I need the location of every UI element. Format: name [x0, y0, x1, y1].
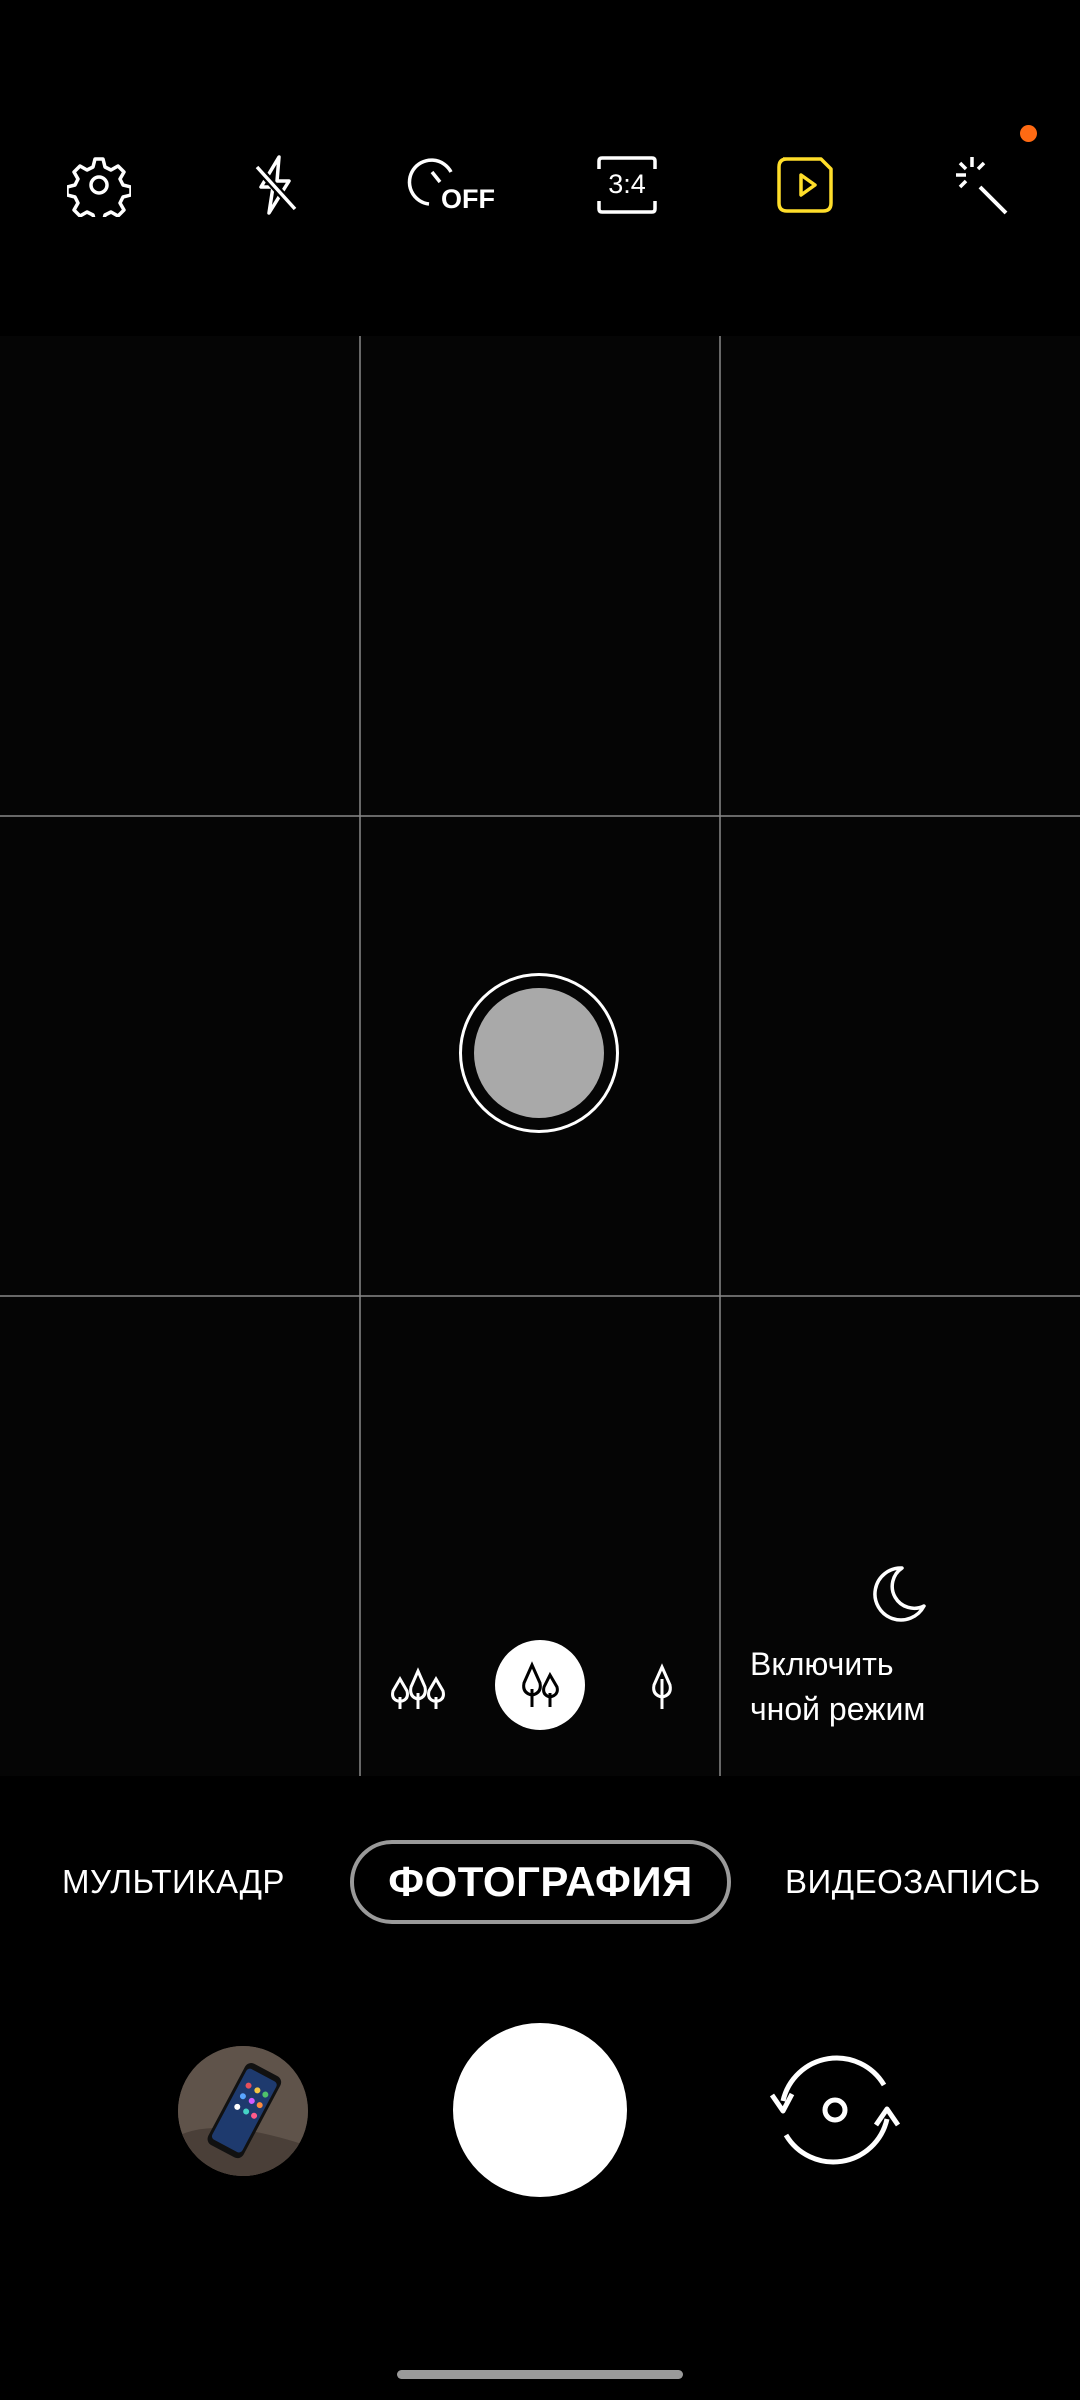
timer-label: OFF [441, 184, 495, 214]
telephoto-lens-icon [632, 1653, 692, 1718]
moon-icon [862, 1566, 932, 1634]
shutter-button[interactable] [453, 2023, 627, 2197]
wide-lens-icon [510, 1653, 570, 1718]
timer-button[interactable]: OFF [402, 135, 502, 235]
flash-button[interactable] [225, 135, 325, 235]
mode-video[interactable]: ВИДЕОЗАПИСЬ [785, 1840, 1041, 1924]
motion-photo-button[interactable] [755, 135, 855, 235]
motion-photo-icon [773, 153, 837, 217]
ultra-wide-lens-icon [388, 1653, 448, 1718]
grid-line [0, 815, 1080, 817]
grid-line [719, 336, 721, 1776]
lens-wide-button[interactable] [495, 1640, 585, 1730]
lens-ultra-wide-button[interactable] [373, 1640, 463, 1730]
switch-camera-button[interactable] [760, 2045, 910, 2175]
settings-button[interactable] [49, 135, 149, 235]
aspect-ratio-label: 3:4 [608, 169, 646, 199]
flash-off-icon [243, 153, 307, 217]
notification-dot [1020, 125, 1037, 142]
grid-line [0, 1295, 1080, 1297]
camera-screen: OFF 3:4 Включить чной режим МУЛЬТИКАДР Ф… [0, 0, 1080, 2400]
mode-multiframe[interactable]: МУЛЬТИКАДР [62, 1840, 285, 1924]
top-toolbar: OFF 3:4 [0, 125, 1080, 235]
grid-line [359, 336, 361, 1776]
gear-icon [67, 153, 131, 217]
phone-photo-thumbnail [178, 2046, 308, 2176]
lens-telephoto-button[interactable] [617, 1640, 707, 1730]
night-mode-button[interactable] [862, 1560, 932, 1630]
focus-indicator[interactable] [459, 973, 619, 1133]
home-indicator[interactable] [397, 2370, 683, 2379]
night-mode-label[interactable]: Включить чной режим [750, 1642, 1080, 1732]
focus-indicator-fill [474, 988, 604, 1118]
mode-photo[interactable]: ФОТОГРАФИЯ [350, 1840, 731, 1924]
switch-camera-icon [760, 2055, 910, 2179]
aspect-ratio-button[interactable]: 3:4 [577, 135, 677, 235]
aspect-ratio-icon: 3:4 [595, 155, 659, 215]
gallery-thumbnail[interactable] [178, 2046, 308, 2176]
timer-off-icon: OFF [407, 150, 497, 220]
filters-icon [950, 153, 1014, 217]
mode-selector: МУЛЬТИКАДР ФОТОГРАФИЯ ВИДЕОЗАПИСЬ [0, 1840, 1080, 1924]
filters-button[interactable] [932, 125, 1037, 235]
